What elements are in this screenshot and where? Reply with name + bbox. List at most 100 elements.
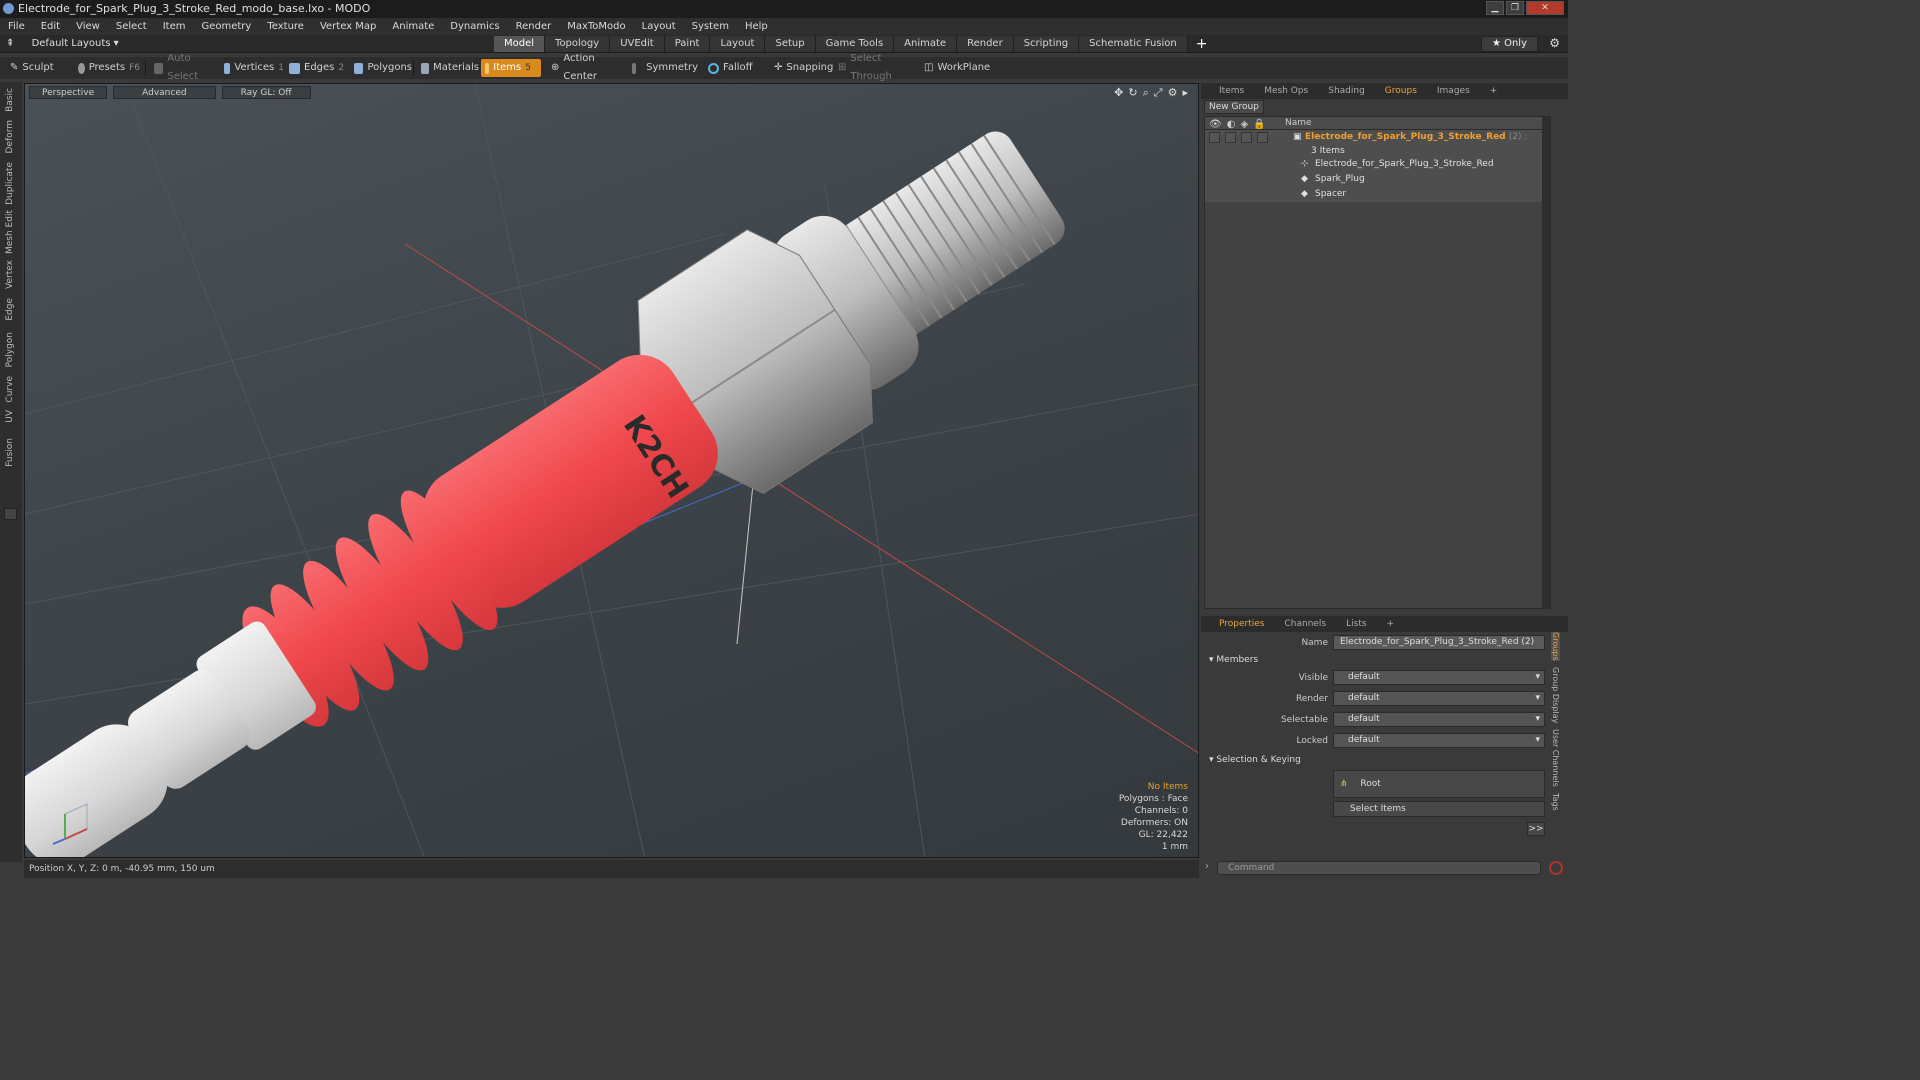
vertices-button[interactable]: Vertices 1 (220, 59, 284, 77)
menu-view[interactable]: View (68, 18, 108, 35)
panel-toggle-icon[interactable] (4, 508, 17, 520)
lefttab-duplicate[interactable]: Duplicate (5, 162, 15, 205)
select-through-button[interactable]: ⊞ Select Through (834, 53, 916, 82)
more-button[interactable]: >> (1527, 822, 1545, 836)
gear-icon[interactable]: ⚙ (1549, 36, 1560, 50)
lefttab-polygon[interactable]: Polygon (5, 332, 15, 367)
maximize-button[interactable]: ❐ (1506, 1, 1524, 15)
lefttab-uv[interactable]: UV (5, 410, 15, 423)
sidetab-groups[interactable]: Groups (1551, 632, 1560, 661)
lefttab-mesh-edit[interactable]: Mesh Edit (5, 210, 15, 254)
menu-item[interactable]: Item (155, 18, 194, 35)
new-group-button[interactable]: New Group (1204, 100, 1264, 114)
eye-column-icon[interactable]: 👁 (1209, 119, 1222, 130)
menu-maxtomodo[interactable]: MaxToModo (559, 18, 633, 35)
name-field[interactable]: Electrode_for_Spark_Plug_3_Stroke_Red (2… (1333, 635, 1545, 650)
spark-plug-model[interactable]: K2CH (25, 84, 1099, 858)
tab-layout[interactable]: Layout (710, 36, 766, 52)
tab-schematic-fusion[interactable]: Schematic Fusion (1079, 36, 1188, 52)
root-button[interactable]: ⋔ Root (1333, 770, 1545, 798)
shading-button[interactable]: Advanced (113, 86, 216, 99)
members-section[interactable]: ▾ Members (1209, 653, 1258, 667)
select-column-icon[interactable]: ◈ (1240, 119, 1248, 130)
select-items-button[interactable]: Select Items (1333, 801, 1545, 817)
tab-model[interactable]: Model (494, 36, 546, 52)
tab-render[interactable]: Render (957, 36, 1014, 52)
menu-layout[interactable]: Layout (634, 18, 684, 35)
symmetry-button[interactable]: Symmetry (628, 59, 698, 77)
falloff-button[interactable]: Falloff (704, 59, 764, 77)
tab-shading[interactable]: Shading (1318, 83, 1375, 99)
tab-images[interactable]: Images (1427, 83, 1480, 99)
add-tab-icon[interactable]: + (1188, 36, 1216, 52)
menu-file[interactable]: File (0, 18, 33, 35)
items-button[interactable]: Items 5 (481, 59, 541, 77)
snapping-button[interactable]: ✛ Snapping (770, 59, 833, 77)
action-center-button[interactable]: ⊕ Action Center (547, 53, 625, 82)
materials-button[interactable]: Materials (417, 59, 479, 77)
workplane-button[interactable]: ◫ WorkPlane (920, 59, 990, 77)
lefttab-basic[interactable]: Basic (5, 88, 15, 112)
raygl-button[interactable]: Ray GL: Off (221, 86, 311, 99)
3d-viewport[interactable]: Perspective Advanced Ray GL: Off ✥ ↻ ⌕ ⤢… (24, 83, 1199, 858)
list-item[interactable]: ⊹ Electrode_for_Spark_Plug_3_Stroke_Red (1205, 157, 1550, 172)
tab-items[interactable]: Items (1209, 83, 1254, 99)
selectable-dropdown[interactable]: default ▾ (1333, 712, 1545, 727)
lock-column-icon[interactable]: 🔒 (1253, 119, 1265, 130)
pan-icon[interactable]: ✥ (1114, 86, 1123, 100)
record-icon[interactable] (1549, 861, 1563, 875)
add-panel-tab-icon[interactable]: + (1480, 83, 1508, 99)
sidetab-group-display[interactable]: Group Display (1551, 667, 1560, 723)
menu-system[interactable]: System (684, 18, 737, 35)
render-dropdown[interactable]: default ▾ (1333, 691, 1545, 706)
tab-scripting[interactable]: Scripting (1013, 36, 1080, 52)
tab-channels[interactable]: Channels (1274, 616, 1336, 632)
auto-select-button[interactable]: Auto Select (150, 53, 216, 82)
render-column-icon[interactable]: ◐ (1227, 119, 1236, 130)
minimize-button[interactable]: ▁ (1486, 1, 1504, 15)
presets-button[interactable]: Presets F6 (74, 59, 140, 77)
menu-dynamics[interactable]: Dynamics (442, 18, 507, 35)
menu-edit[interactable]: Edit (33, 18, 68, 35)
tab-properties[interactable]: Properties (1209, 616, 1274, 632)
lefttab-fusion[interactable]: Fusion (5, 438, 15, 467)
list-item[interactable]: ◆ Spacer (1205, 187, 1550, 202)
sculpt-button[interactable]: ✎ Sculpt (6, 59, 70, 77)
list-scrollbar[interactable] (1542, 117, 1550, 608)
viewport-menu-icon[interactable]: ▸ (1182, 86, 1188, 100)
menu-animate[interactable]: Animate (384, 18, 442, 35)
tab-lists[interactable]: Lists (1336, 616, 1376, 632)
command-input[interactable]: Command (1217, 861, 1541, 875)
fit-icon[interactable]: ⤢ (1154, 86, 1163, 100)
menu-texture[interactable]: Texture (259, 18, 312, 35)
add-properties-tab-icon[interactable]: + (1377, 616, 1405, 632)
menu-render[interactable]: Render (508, 18, 560, 35)
group-row[interactable]: ▣ Electrode_for_Spark_Plug_3_Stroke_Red … (1205, 130, 1550, 157)
visible-dropdown[interactable]: default ▾ (1333, 670, 1545, 685)
viewport-settings-icon[interactable]: ⚙ (1168, 86, 1178, 100)
menu-help[interactable]: Help (737, 18, 776, 35)
sidetab-user-channels[interactable]: User Channels (1551, 729, 1560, 787)
polygons-button[interactable]: Polygons (350, 59, 412, 77)
view-mode-button[interactable]: Perspective (29, 86, 108, 99)
selection-keying-section[interactable]: ▾ Selection & Keying (1209, 753, 1301, 767)
locked-dropdown[interactable]: default ▾ (1333, 733, 1545, 748)
menu-geometry[interactable]: Geometry (193, 18, 259, 35)
zoom-icon[interactable]: ⌕ (1143, 86, 1149, 100)
tab-mesh-ops[interactable]: Mesh Ops (1254, 83, 1318, 99)
layouts-dropdown[interactable]: ⇞ Default Layouts ▾ (6, 35, 119, 53)
menu-vertex-map[interactable]: Vertex Map (312, 18, 384, 35)
menu-select[interactable]: Select (108, 18, 155, 35)
tab-groups[interactable]: Groups (1375, 83, 1427, 99)
rotate-icon[interactable]: ↻ (1128, 86, 1137, 100)
lefttab-edge[interactable]: Edge (5, 298, 15, 321)
edges-button[interactable]: Edges 2 (285, 59, 349, 77)
tab-paint[interactable]: Paint (664, 36, 711, 52)
sidetab-tags[interactable]: Tags (1551, 793, 1560, 811)
lefttab-deform[interactable]: Deform (5, 120, 15, 153)
lefttab-curve[interactable]: Curve (5, 376, 15, 403)
list-item[interactable]: ◆ Spark_Plug (1205, 172, 1550, 187)
only-button[interactable]: ★ Only (1480, 36, 1538, 52)
lefttab-vertex[interactable]: Vertex (5, 260, 15, 289)
tab-setup[interactable]: Setup (765, 36, 816, 52)
